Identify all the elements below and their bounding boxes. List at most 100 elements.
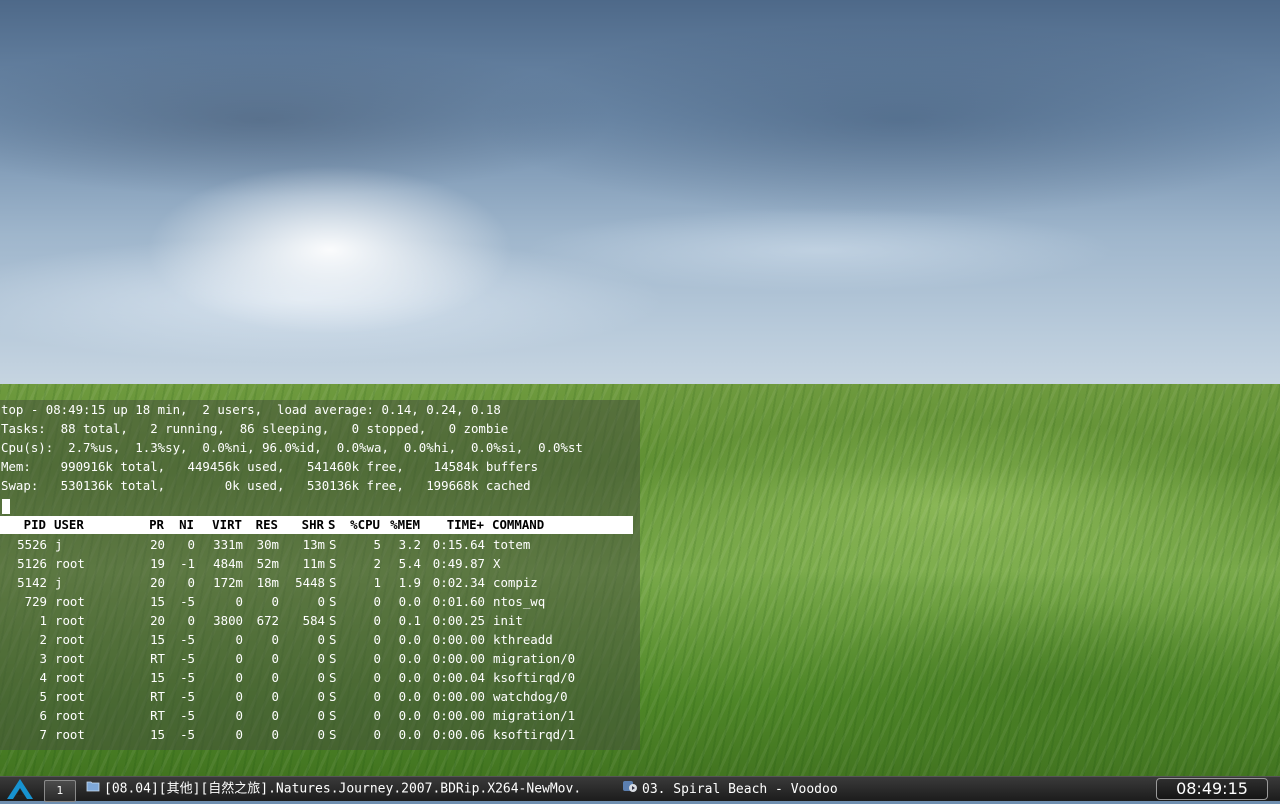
cell-pr: RT xyxy=(150,708,165,723)
cell-pid: 729 xyxy=(24,594,47,609)
top-terminal-window[interactable]: top - 08:49:15 up 18 min, 2 users, load … xyxy=(0,400,640,750)
cell-command: compiz xyxy=(493,575,538,590)
cell-pid: 5142 xyxy=(17,575,47,590)
cell-cpu: %CPU xyxy=(350,517,380,532)
cell-cpu: 1 xyxy=(373,575,381,590)
cell-s: S xyxy=(329,708,337,723)
cell-mem: 3.2 xyxy=(398,537,421,552)
cell-pid: 5526 xyxy=(17,537,47,552)
cell-pr: 15 xyxy=(150,727,165,742)
cell-virt: 3800 xyxy=(213,613,243,628)
cell-pr: PR xyxy=(149,517,164,532)
cell-s: S xyxy=(329,727,337,742)
top-uptime-line: top - 08:49:15 up 18 min, 2 users, load … xyxy=(1,402,501,417)
cell-user: root xyxy=(55,556,85,571)
cell-mem: 0.0 xyxy=(398,651,421,666)
cell-pid: 3 xyxy=(39,651,47,666)
cell-res: 0 xyxy=(271,727,279,742)
cell-shr: 0 xyxy=(317,632,325,647)
cell-virt: 331m xyxy=(213,537,243,552)
cell-cpu: 0 xyxy=(373,727,381,742)
cell-res: 0 xyxy=(271,594,279,609)
taskbar-item-media-player[interactable]: 03. Spiral Beach - Voodoo xyxy=(622,779,862,799)
cell-shr: 584 xyxy=(302,613,325,628)
cell-ni: -5 xyxy=(180,708,195,723)
cell-shr: 0 xyxy=(317,651,325,666)
cell-virt: 484m xyxy=(213,556,243,571)
cell-time: 0:00.00 xyxy=(432,708,485,723)
cell-user: root xyxy=(55,594,85,609)
cell-pid: 4 xyxy=(39,670,47,685)
cell-pr: 19 xyxy=(150,556,165,571)
cell-shr: 0 xyxy=(317,670,325,685)
cell-command: migration/0 xyxy=(493,651,576,666)
cell-res: 0 xyxy=(271,670,279,685)
cell-time: TIME+ xyxy=(446,517,484,532)
cell-command: migration/1 xyxy=(493,708,576,723)
cell-time: 0:15.64 xyxy=(432,537,485,552)
cell-cpu: 0 xyxy=(373,613,381,628)
media-player-icon xyxy=(622,779,638,799)
bottom-panel: 1 [08.04][其他][自然之旅].Natures.Journey.2007… xyxy=(0,776,1280,802)
cell-pr: RT xyxy=(150,651,165,666)
process-row: 5526 j 20 0 331m 30m 13m S 5 3.2 0:15.64 totem xyxy=(1,535,613,554)
top-cpu-line: Cpu(s): 2.7%us, 1.3%sy, 0.0%ni, 96.0%id,… xyxy=(1,440,583,455)
cell-time: 0:00.00 xyxy=(432,651,485,666)
cell-mem: 0.0 xyxy=(398,689,421,704)
cell-s: S xyxy=(329,556,337,571)
cell-command: init xyxy=(493,613,523,628)
cell-command: watchdog/0 xyxy=(493,689,568,704)
cell-ni: -5 xyxy=(180,689,195,704)
cell-mem: 0.0 xyxy=(398,632,421,647)
panel-clock[interactable]: 08:49:15 xyxy=(1156,778,1268,800)
cell-cpu: 0 xyxy=(373,632,381,647)
cell-res: 0 xyxy=(271,651,279,666)
cell-pr: 15 xyxy=(150,670,165,685)
cell-time: 0:00.00 xyxy=(432,689,485,704)
cell-virt: 0 xyxy=(235,670,243,685)
cell-virt: 0 xyxy=(235,651,243,666)
cell-time: 0:00.25 xyxy=(432,613,485,628)
cell-pr: 20 xyxy=(150,537,165,552)
cell-shr: 13m xyxy=(302,537,325,552)
cell-virt: 0 xyxy=(235,708,243,723)
cell-time: 0:01.60 xyxy=(432,594,485,609)
cell-res: 672 xyxy=(256,613,279,628)
taskbar-item-video-folder[interactable]: [08.04][其他][自然之旅].Natures.Journey.2007.B… xyxy=(86,779,614,799)
cell-pid: 7 xyxy=(39,727,47,742)
process-row: 4 root 15 -5 0 0 0 S 0 0.0 0:00.04 ksoftirqd/0 xyxy=(1,668,613,687)
cell-ni: -5 xyxy=(180,651,195,666)
cell-pr: 15 xyxy=(150,594,165,609)
cell-shr: 0 xyxy=(317,708,325,723)
process-row: 729 root 15 -5 0 0 0 S 0 0.0 0:01.60 ntos_wq xyxy=(1,592,613,611)
arch-linux-logo-icon[interactable] xyxy=(4,778,36,800)
cell-pid: 1 xyxy=(39,613,47,628)
cell-mem: 5.4 xyxy=(398,556,421,571)
top-swap-line: Swap: 530136k total, 0k used, 530136k fr… xyxy=(1,478,531,493)
wallpaper-sky xyxy=(0,0,1280,392)
cell-shr: 0 xyxy=(317,689,325,704)
cell-virt: 0 xyxy=(235,727,243,742)
cell-pid: 6 xyxy=(39,708,47,723)
cell-user: root xyxy=(55,689,85,704)
cell-virt: VIRT xyxy=(212,517,242,532)
cell-virt: 0 xyxy=(235,689,243,704)
cell-s: S xyxy=(329,537,337,552)
terminal-cursor xyxy=(2,499,10,514)
cell-time: 0:02.34 xyxy=(432,575,485,590)
cell-cpu: 0 xyxy=(373,670,381,685)
cell-shr: 5448 xyxy=(295,575,325,590)
workspace-pager[interactable]: 1 xyxy=(44,780,76,802)
cell-user: USER xyxy=(54,517,84,532)
cell-command: ksoftirqd/0 xyxy=(493,670,576,685)
cell-res: 18m xyxy=(256,575,279,590)
cell-user: j xyxy=(55,537,63,552)
cell-mem: 0.0 xyxy=(398,727,421,742)
cell-ni: -5 xyxy=(180,727,195,742)
cell-shr: 0 xyxy=(317,727,325,742)
cell-time: 0:00.00 xyxy=(432,632,485,647)
cell-cpu: 0 xyxy=(373,689,381,704)
cell-res: 0 xyxy=(271,708,279,723)
cell-mem: 0.0 xyxy=(398,594,421,609)
cell-command: kthreadd xyxy=(493,632,553,647)
